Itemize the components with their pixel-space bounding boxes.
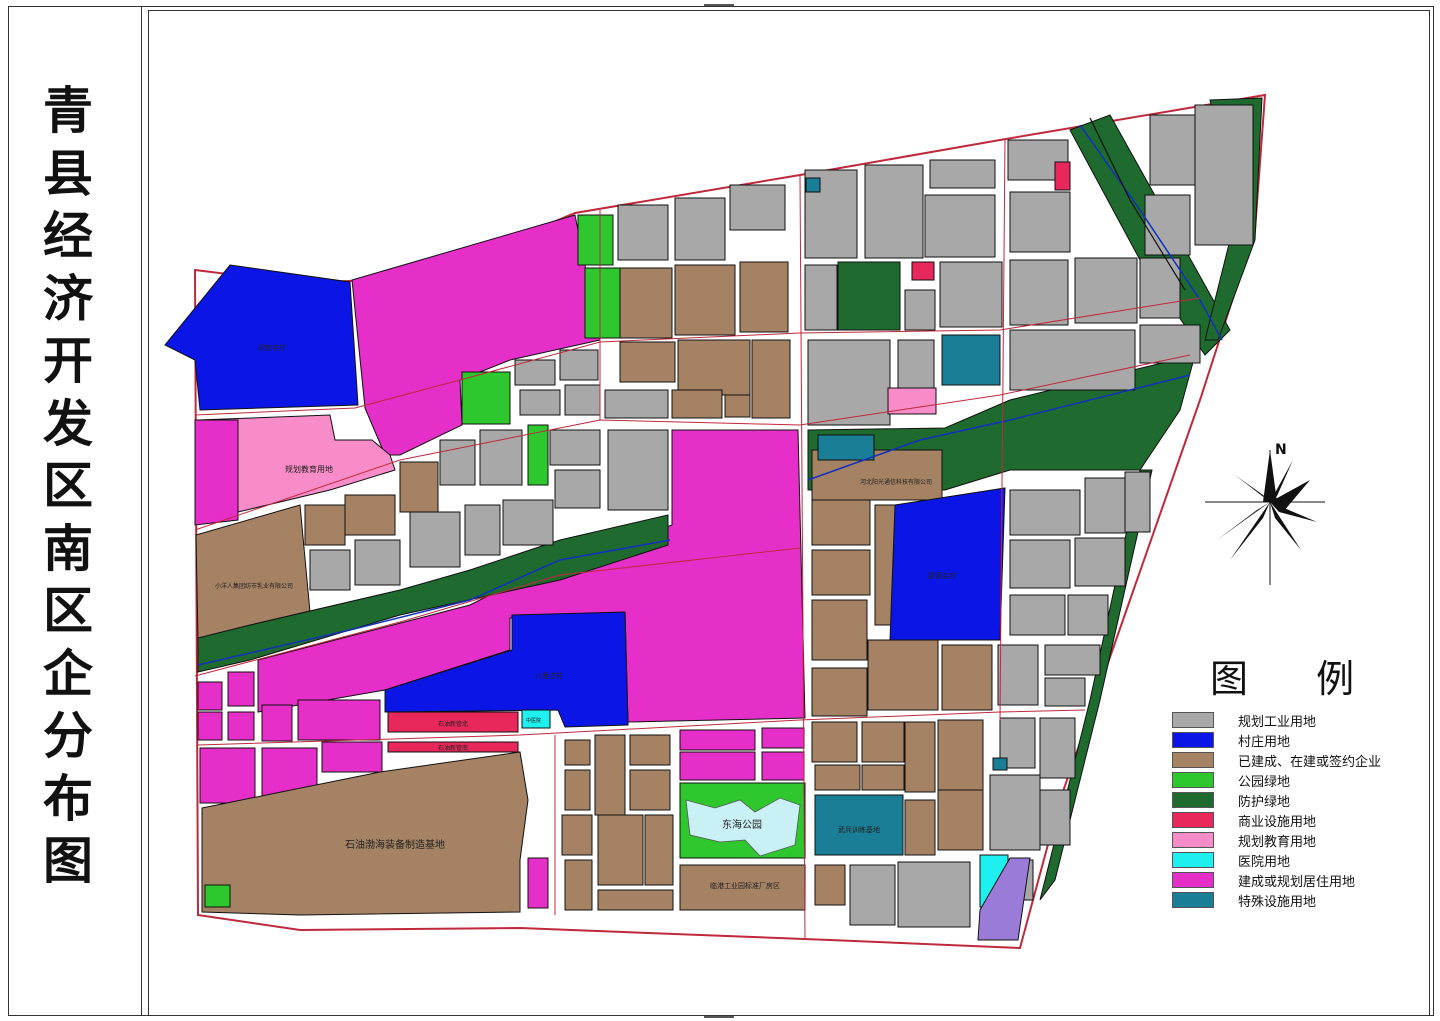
- residential-sw-6: [297, 699, 381, 741]
- green-north-c: [837, 261, 901, 331]
- residential-sw-3: [197, 711, 223, 741]
- village-center-label: 八里庄村: [535, 671, 563, 680]
- residential-sw-12: [761, 727, 805, 749]
- hospital-label: 中医院: [526, 717, 541, 724]
- village-east-label: 邵家店村: [928, 571, 956, 580]
- legend-title: 图 例: [1210, 657, 1383, 701]
- residential-sw-13: [679, 751, 756, 781]
- legend-label: 公园绿地: [1238, 775, 1291, 790]
- green-mid-b: [584, 267, 621, 339]
- village-east: [889, 487, 1006, 641]
- green-sw-corner: [204, 884, 231, 908]
- company-north-label: 河北阳光通信科技有限公司: [860, 478, 932, 486]
- legend-swatch: [1172, 752, 1214, 768]
- legend-label: 商业设施用地: [1238, 815, 1317, 830]
- legend-item: 村庄用地: [1172, 730, 1412, 750]
- special-b: [817, 434, 875, 461]
- legend-label: 建成或规划居住用地: [1238, 875, 1356, 890]
- legend-item: 特殊设施用地: [1172, 890, 1412, 910]
- residential-sw-7: [199, 747, 256, 804]
- special-a: [941, 334, 1001, 386]
- legend-label: 规划工业用地: [1238, 715, 1317, 730]
- legend: 图 例 规划工业用地 村庄用地已建成、在建或签约企业 公园绿地防护绿地商业设施用地规…: [1170, 648, 1410, 918]
- residential-sw-10: [527, 857, 549, 909]
- legend-item: 规划教育用地: [1172, 830, 1412, 850]
- special-c: [805, 177, 821, 193]
- wuzhuang-base: [814, 794, 904, 856]
- legend-swatch: [1172, 892, 1214, 908]
- legend-item: 公园绿地: [1172, 770, 1412, 790]
- commercial-a-label: 石油新管北: [438, 720, 468, 728]
- oil-base-label: 石油渤海装备制造基地: [345, 838, 445, 851]
- legend-item: 商业设施用地: [1172, 810, 1412, 830]
- residential-w: [194, 419, 239, 526]
- legend-item: 建成或规划居住用地: [1172, 870, 1412, 890]
- residential-sw-5: [261, 704, 293, 742]
- park-north-a: [461, 371, 511, 425]
- legend-label: 医院用地: [1238, 855, 1291, 870]
- education-e: [887, 387, 937, 415]
- commercial-d: [911, 261, 935, 281]
- legend-label: 已建成、在建或签约企业: [1238, 755, 1382, 770]
- legend-label: 村庄用地: [1238, 735, 1291, 750]
- residential-sw-1: [197, 681, 223, 711]
- legend-swatch: [1172, 812, 1214, 828]
- legend-swatch: [1172, 792, 1214, 808]
- north-arrow-icon: N: [1205, 442, 1325, 585]
- park-north-b: [577, 214, 614, 266]
- legend-swatch: [1172, 732, 1214, 748]
- legend-swatch: [1172, 872, 1214, 888]
- legend-item: 规划工业用地: [1172, 710, 1412, 730]
- legend-swatch: [1172, 852, 1214, 868]
- residential-sw-4: [227, 711, 255, 741]
- legend-swatch: [1172, 712, 1214, 728]
- legend-item: 已建成、在建或签约企业: [1172, 750, 1412, 770]
- wuzhuang-label: 武兵训练基地: [838, 825, 880, 834]
- residential-sw-2: [227, 671, 255, 707]
- xiaoyang-label: 小洋人集团纺市乳业有限公司: [215, 582, 293, 590]
- legend-item: 医院用地: [1172, 850, 1412, 870]
- special-d: [992, 757, 1008, 771]
- north-label: N: [1275, 442, 1287, 458]
- legend-label: 防护绿地: [1238, 795, 1291, 810]
- legend-label: 规划教育用地: [1238, 835, 1317, 850]
- village-nw-label: 胡官屯村: [258, 343, 286, 352]
- residential-sw-11: [679, 729, 756, 751]
- donghai-park-label: 东海公园: [722, 818, 762, 831]
- standard-factory-label: 临港工业园标准厂房区: [710, 881, 780, 890]
- legend-swatch: [1172, 772, 1214, 788]
- residential-sw-14: [761, 751, 805, 781]
- legend-swatch: [1172, 832, 1214, 848]
- legend-item: 防护绿地: [1172, 790, 1412, 810]
- village-nw: [164, 264, 359, 411]
- residential-sw-9: [321, 741, 383, 773]
- commercial-b-label: 石油新管南: [438, 744, 468, 752]
- commercial-c: [1054, 161, 1071, 191]
- education-w-label: 规划教育用地: [285, 464, 333, 474]
- legend-label: 特殊设施用地: [1238, 895, 1317, 910]
